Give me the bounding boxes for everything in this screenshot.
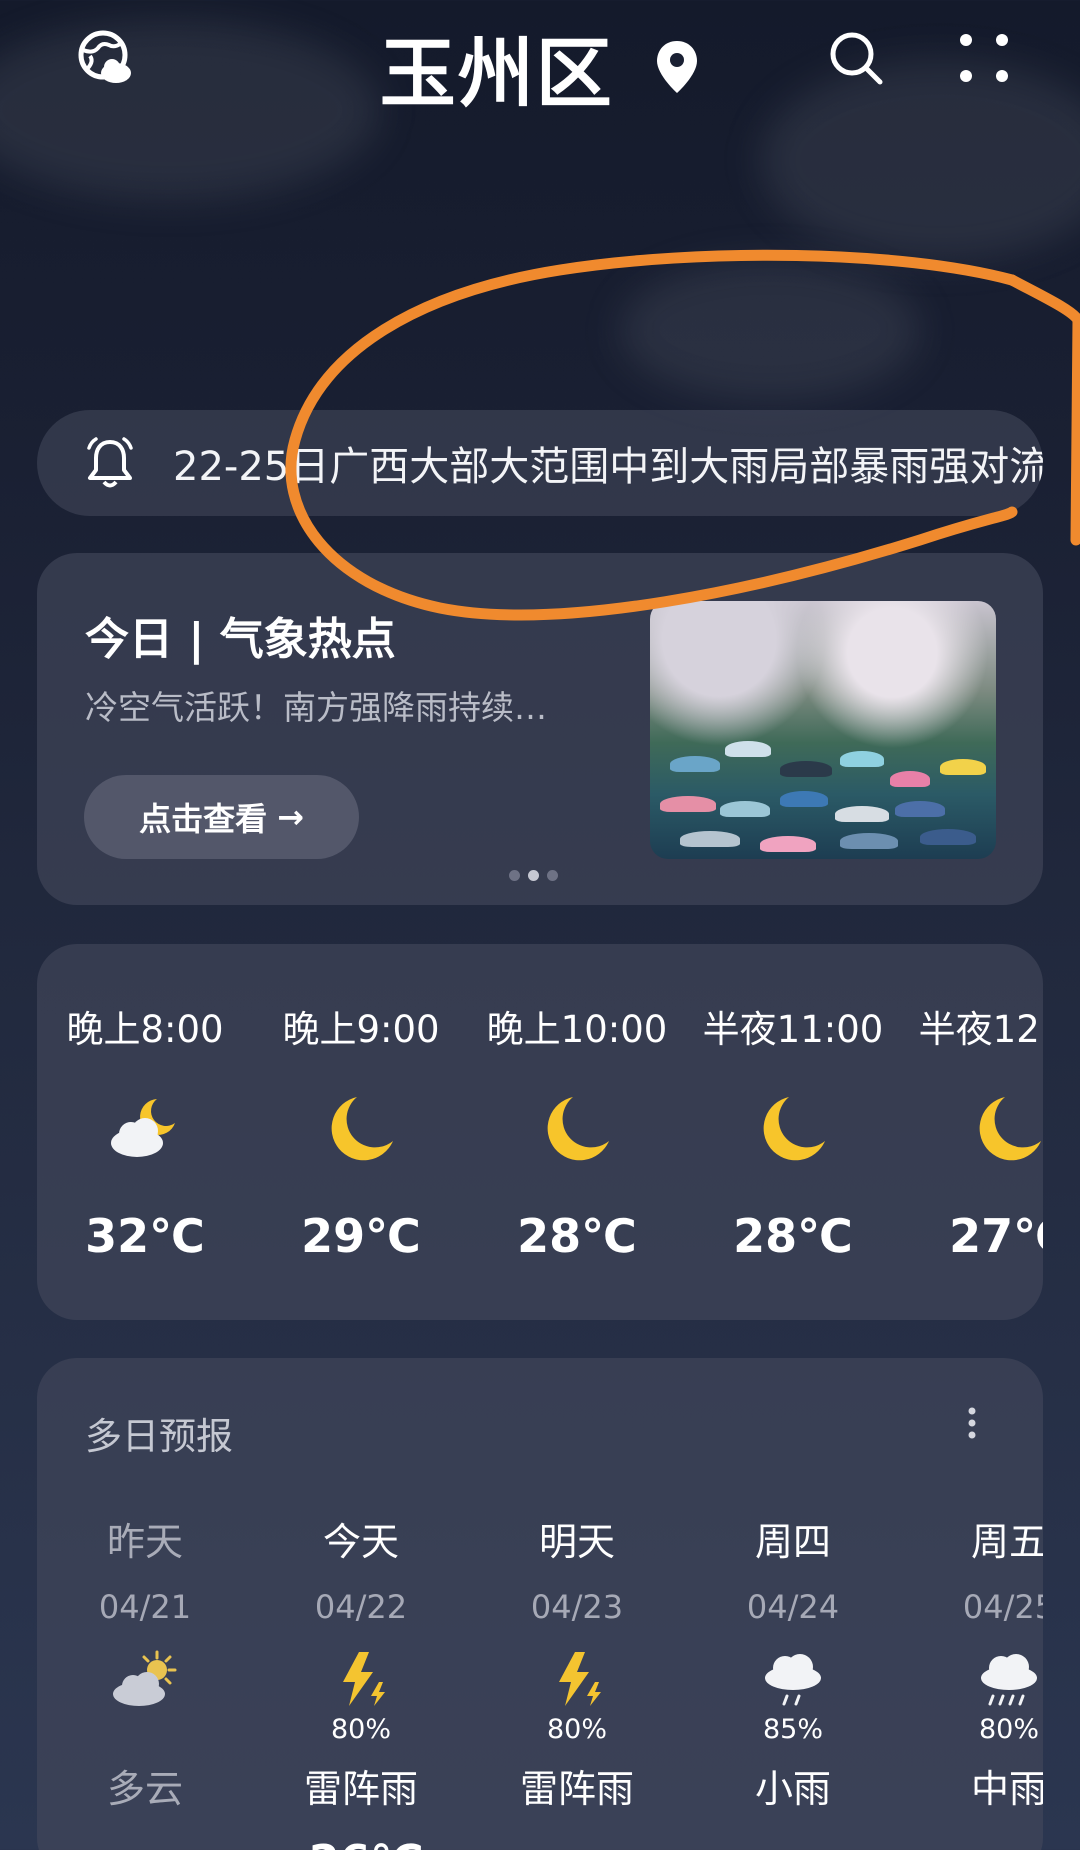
daily-item[interactable]: 明天 04/23 80% 雷阵雨 [469,1511,685,1813]
hour-temp: 28℃ [517,1209,637,1263]
weather-hotspot-card[interactable]: 今日 | 气象热点 冷空气活跃！南方强降雨持续… 点击查看 → [37,553,1043,905]
alert-text: 22-25日广西大部大范围中到大雨局部暴雨强对流 [173,444,1043,490]
carousel-dot [509,870,520,881]
carousel-indicator [509,870,558,881]
carousel-dot [547,870,558,881]
moderate-rain-icon [981,1654,1037,1706]
day-name: 明天 [538,1520,615,1564]
view-button[interactable]: 点击查看 → [84,775,359,859]
sun-cloud-icon [113,1650,177,1706]
day-condition: 小雨 [754,1767,831,1811]
hourly-item: 半夜11:00 28℃ [685,999,901,1263]
weather-alert-banner[interactable]: 22-25日广西大部大范围中到大雨局部暴雨强对流 [37,410,1043,516]
hotspot-photo[interactable] [650,601,996,859]
day-condition: 雷阵雨 [519,1767,634,1811]
hour-temp: 27℃ [949,1209,1043,1263]
moon-icon [763,1097,825,1161]
carousel-dot-active [528,870,539,881]
moon-cloud-icon [111,1099,175,1157]
thunder-icon [343,1652,385,1706]
day-high-temp: 26℃ [309,1836,424,1850]
day-name: 周四 [754,1520,831,1564]
day-date: 04/24 [746,1588,840,1626]
search-icon[interactable] [826,28,886,88]
hour-time: 半夜12:00 [918,1008,1043,1051]
precipitation-chance: 85% [762,1714,823,1745]
daily-item[interactable]: 今天 04/22 80% 雷阵雨 [253,1511,469,1813]
daily-item[interactable]: 周五 04/25 80% 中雨 [901,1511,1043,1813]
hour-time: 晚上10:00 [486,1008,668,1051]
hotspot-title: 今日 | 气象热点 [85,614,396,665]
precipitation-chance: 80% [330,1714,391,1745]
top-bar: 玉州区 [0,0,1080,118]
hourly-item: 晚上10:00 28℃ [469,999,685,1263]
daily-item[interactable]: 周四 04/24 85% 小雨 [685,1511,901,1813]
background-cloud [620,260,920,400]
hourly-item: 晚上8:00 32℃ [37,999,253,1263]
location-pin-icon [657,41,698,93]
hourly-item: 晚上9:00 29℃ [253,999,469,1263]
day-condition: 雷阵雨 [303,1767,418,1811]
hotspot-subtitle: 冷空气活跃！南方强降雨持续… [85,688,547,727]
day-condition: 中雨 [970,1767,1043,1811]
more-options-icon[interactable] [956,30,1012,86]
hour-time: 晚上9:00 [282,1008,440,1051]
day-date: 04/22 [314,1588,408,1626]
hourly-forecast-card[interactable]: 晚上8:00 32℃ 晚上9:00 29℃ 晚上10:00 28℃ 半夜11:0… [37,944,1043,1320]
day-name: 昨天 [106,1520,183,1564]
hour-time: 晚上8:00 [66,1008,224,1051]
hour-temp: 29℃ [301,1209,421,1263]
arrow-right-icon: → [277,798,304,836]
day-date: 04/21 [98,1588,192,1626]
bell-icon [87,437,133,488]
day-name: 今天 [322,1520,399,1564]
thunder-icon [559,1652,601,1706]
day-date: 04/23 [530,1588,624,1626]
day-name: 周五 [970,1520,1043,1564]
city-title[interactable]: 玉州区 [0,12,1080,122]
precipitation-chance: 80% [546,1714,607,1745]
hour-time: 半夜11:00 [702,1008,884,1051]
daily-forecast-title: 多日预报 [85,1415,233,1458]
precipitation-chance: 80% [978,1714,1039,1745]
precipitation-chance [37,1714,253,1744]
view-button-label: 点击查看 [139,800,268,838]
moon-icon [547,1097,609,1161]
more-vertical-icon[interactable] [962,1403,982,1443]
moon-icon [331,1097,393,1161]
moon-icon [979,1097,1041,1161]
hourly-item: 半夜12:00 27℃ [901,999,1043,1263]
hour-temp: 28℃ [733,1209,853,1263]
day-date: 04/25 [962,1588,1043,1626]
city-name: 玉州区 [379,29,614,118]
day-condition: 多云 [106,1767,183,1811]
daily-forecast-card[interactable]: 多日预报 昨天 04/21 多云 今天 04/22 80% 雷阵雨 明天 04/… [37,1358,1043,1850]
daily-item[interactable]: 昨天 04/21 多云 [37,1511,253,1813]
light-rain-icon [765,1654,821,1706]
hour-temp: 32℃ [85,1209,205,1263]
